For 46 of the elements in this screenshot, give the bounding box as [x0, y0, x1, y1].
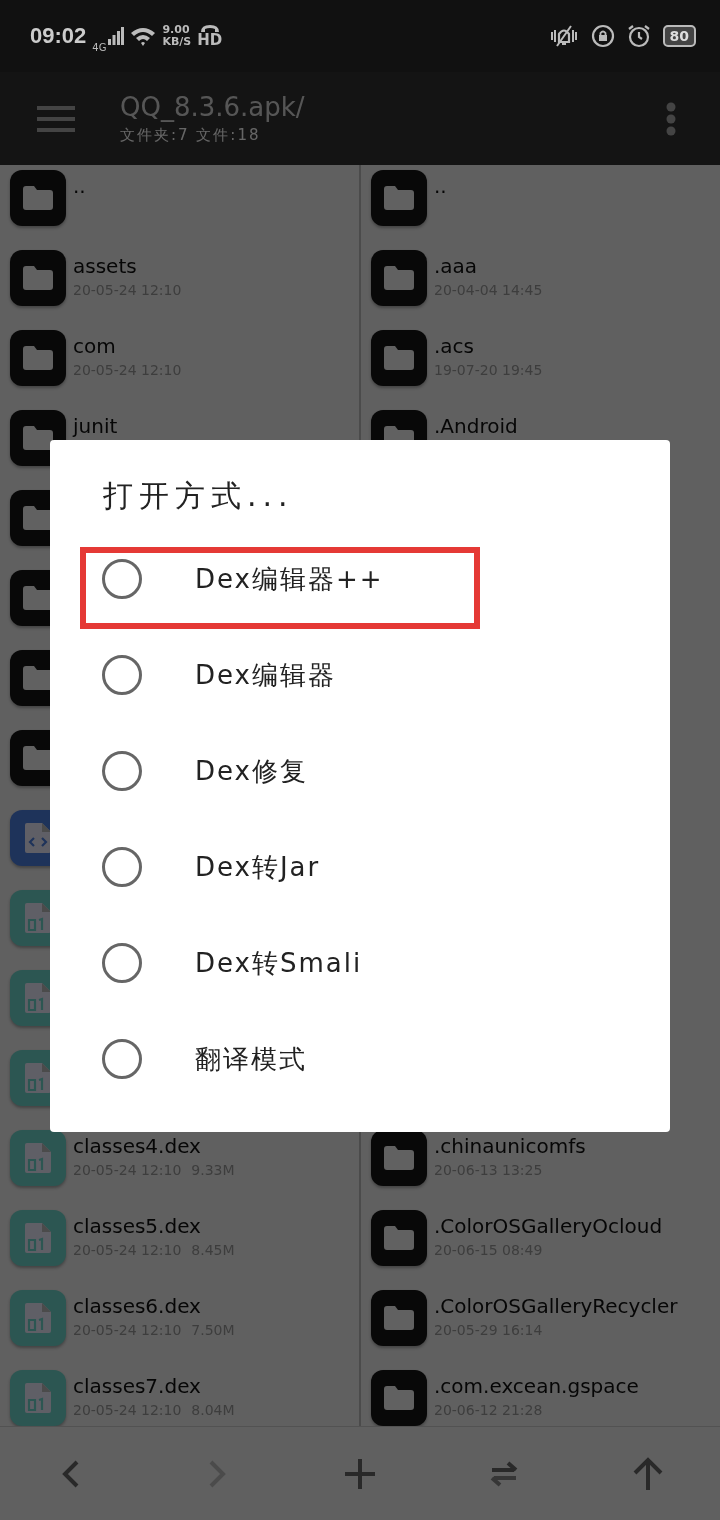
network-speed: 9.00 [162, 24, 191, 36]
app-option[interactable]: 翻译模式 [50, 1011, 670, 1107]
app-option[interactable]: Dex编辑器++ [50, 531, 670, 627]
folder-icon[interactable] [371, 1130, 427, 1186]
alarm-icon [626, 24, 651, 48]
file-name: .Android [434, 414, 518, 438]
clock: 09:02 [30, 23, 87, 49]
file-name: junit [73, 414, 118, 438]
app-option[interactable]: Dex转Smali [50, 915, 670, 1011]
signal-icon [108, 27, 125, 45]
radio-button[interactable] [102, 943, 142, 983]
more-icon[interactable] [666, 101, 676, 136]
file-name: classes4.dex [73, 1134, 202, 1158]
rotation-lock-icon [590, 24, 615, 48]
radio-button[interactable] [102, 847, 142, 887]
file-name: .acs [434, 334, 476, 358]
hd-label: HD [197, 33, 223, 48]
path-title: QQ_8.3.6.apk/ [120, 92, 306, 122]
radio-button[interactable] [102, 559, 142, 599]
dialog-title: 打开方式... [102, 477, 295, 515]
battery-icon: 80 [662, 25, 696, 47]
file-name: classes6.dex [73, 1294, 202, 1318]
menu-icon[interactable] [37, 105, 75, 132]
network-type: 4G [92, 41, 107, 53]
file-name: com [73, 334, 117, 358]
file-name: .com.excean.gspace [434, 1374, 639, 1398]
file-name: .. [434, 174, 447, 198]
folder-file-count: 文件夹:7 文件:18 [120, 126, 262, 145]
file-name: .chinaunicomfs [434, 1134, 586, 1158]
file-name: classes5.dex [73, 1214, 202, 1238]
wifi-icon [130, 26, 157, 46]
app-option[interactable]: Dex编辑器 [50, 627, 670, 723]
vibrate-icon [548, 24, 579, 48]
phone-icon [199, 24, 220, 33]
file-name: assets [73, 254, 138, 278]
app-option[interactable]: Dex修复 [50, 723, 670, 819]
radio-button[interactable] [102, 655, 142, 695]
radio-button[interactable] [102, 1039, 142, 1079]
file-name: classes7.dex [73, 1374, 202, 1398]
radio-button[interactable] [102, 751, 142, 791]
speed-unit: KB/S [162, 36, 192, 48]
file-name: .aaa [434, 254, 479, 278]
app-option[interactable]: Dex转Jar [50, 819, 670, 915]
file-name: .. [73, 174, 86, 198]
file-name: .ColorOSGalleryRecycler [434, 1294, 678, 1318]
file-name: .ColorOSGalleryOcloud [434, 1214, 663, 1238]
